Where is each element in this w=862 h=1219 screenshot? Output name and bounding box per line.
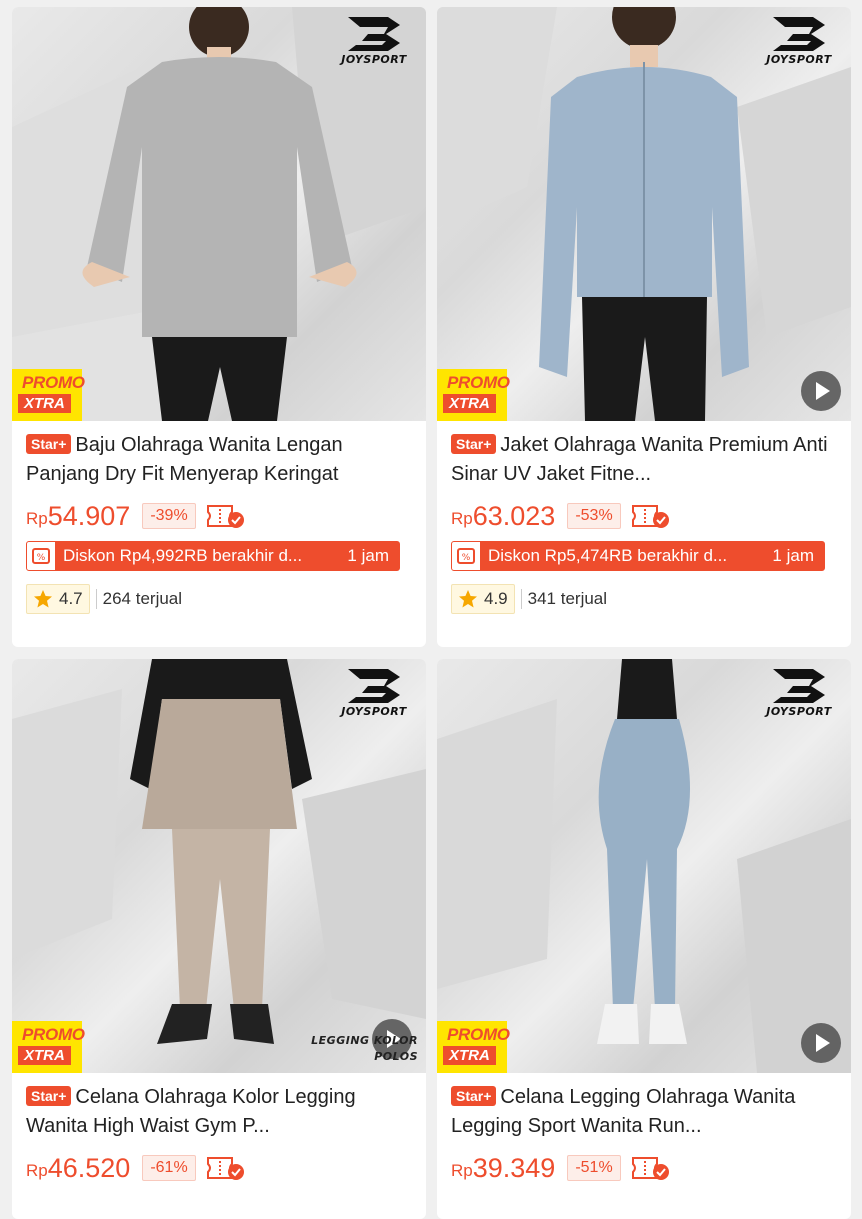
brand-name: JOYSPORT: [766, 53, 832, 66]
brand-logo: JOYSPORT: [757, 15, 841, 66]
star-icon: [459, 590, 477, 608]
price-currency: Rp: [451, 1161, 473, 1180]
brand-name: JOYSPORT: [341, 53, 407, 66]
xtra-label: XTRA: [443, 394, 496, 413]
price-value: 46.520: [47, 1152, 131, 1183]
svg-text:%: %: [462, 553, 471, 563]
promo-xtra-badge: PROMO XTRA: [12, 369, 85, 421]
star-plus-badge: Star+: [451, 434, 497, 454]
product-title-text: Celana Olahraga Kolor Legging Wanita Hig…: [26, 1086, 356, 1137]
brand-logo: JOYSPORT: [332, 667, 416, 718]
rating-row: 4.7 264 terjual: [26, 583, 412, 615]
price-value: 54.907: [47, 500, 131, 531]
rating-box: 4.7: [26, 584, 90, 614]
product-title[interactable]: Star+ Baju Olahraga Wanita Lengan Panjang…: [26, 431, 412, 489]
star-icon: [34, 590, 52, 608]
promo-label: PROMO: [22, 1025, 85, 1044]
product-photo: [12, 659, 426, 1044]
product-card[interactable]: JOYSPORT PROMO XTRA Star+ Celana Legging …: [437, 659, 851, 1219]
image-caption-line-1: LEGGING KOLOR: [311, 1034, 418, 1047]
product-title-text: Celana Legging Olahraga Wanita Legging S…: [451, 1086, 796, 1137]
brand-logo: JOYSPORT: [332, 15, 416, 66]
discount-badge: -53%: [567, 503, 621, 529]
star-plus-badge: Star+: [26, 1086, 72, 1106]
product-title[interactable]: Star+ Celana Legging Olahraga Wanita Legg…: [451, 1083, 837, 1141]
xtra-label: XTRA: [18, 1046, 71, 1065]
price-row: Rp 46.520 -61%: [26, 1151, 412, 1185]
star-plus-badge: Star+: [451, 1086, 497, 1106]
price-value: 63.023: [472, 500, 556, 531]
product-title-text: Jaket Olahraga Wanita Premium Anti Sinar…: [451, 434, 828, 485]
brand-logo: JOYSPORT: [757, 667, 841, 718]
play-video-icon[interactable]: [801, 1023, 841, 1063]
voucher-check-icon: [631, 1157, 669, 1180]
product-card[interactable]: JOYSPORT PROMO XTRA Star+ Jaket Olahraga …: [437, 7, 851, 647]
promo-label: PROMO: [22, 373, 85, 392]
brand-name: JOYSPORT: [341, 705, 407, 718]
xtra-label: XTRA: [443, 1046, 496, 1065]
discount-badge: -51%: [567, 1155, 621, 1181]
rating-value: 4.7: [59, 589, 83, 608]
price-value: 39.349: [472, 1152, 556, 1183]
promo-label: PROMO: [447, 373, 510, 392]
svg-text:%: %: [37, 553, 46, 563]
voucher-check-icon: [631, 505, 669, 528]
product-image[interactable]: JOYSPORT PROMO XTRA: [437, 7, 851, 421]
product-image[interactable]: JOYSPORT PROMO XTRA: [12, 7, 426, 421]
flash-time-left: 1 jam: [347, 546, 389, 565]
product-title[interactable]: Star+ Jaket Olahraga Wanita Premium Anti …: [451, 431, 837, 489]
product-grid: JOYSPORT PROMO XTRA Star+ Baju Olahraga W…: [0, 0, 862, 1219]
product-title[interactable]: Star+ Celana Olahraga Kolor Legging Wanit…: [26, 1083, 412, 1141]
rating-row: 4.9 341 terjual: [451, 583, 837, 615]
rating-value: 4.9: [484, 589, 508, 608]
joysport-logo-icon: [348, 17, 400, 51]
price-currency: Rp: [26, 509, 48, 528]
flash-discount-text: Diskon Rp4,992RB berakhir d...: [63, 546, 303, 565]
promo-xtra-badge: PROMO XTRA: [437, 369, 510, 421]
flash-discount-text: Diskon Rp5,474RB berakhir d...: [488, 546, 728, 565]
rating-box: 4.9: [451, 584, 515, 614]
joysport-logo-icon: [773, 669, 825, 703]
product-card[interactable]: JOYSPORT PROMO XTRA Star+ Baju Olahraga W…: [12, 7, 426, 647]
discount-tag-icon: %: [452, 542, 480, 570]
discount-badge: -39%: [142, 503, 196, 529]
product-card[interactable]: JOYSPORT PROMO XTRA LEGGING KOLOR POLOS …: [12, 659, 426, 1219]
star-plus-badge: Star+: [26, 434, 72, 454]
product-photo: [12, 7, 426, 421]
price-row: Rp 63.023 -53%: [451, 499, 837, 533]
image-caption: LEGGING KOLOR POLOS: [311, 1033, 418, 1065]
product-image[interactable]: JOYSPORT PROMO XTRA: [437, 659, 851, 1073]
discount-tag-icon: %: [27, 542, 55, 570]
price-currency: Rp: [26, 1161, 48, 1180]
promo-xtra-badge: PROMO XTRA: [12, 1021, 85, 1073]
price-row: Rp 39.349 -51%: [451, 1151, 837, 1185]
brand-name: JOYSPORT: [766, 705, 832, 718]
product-photo: [437, 659, 851, 1073]
price-currency: Rp: [451, 509, 473, 528]
voucher-check-icon: [206, 505, 244, 528]
price-row: Rp 54.907 -39%: [26, 499, 412, 533]
voucher-check-icon: [206, 1157, 244, 1180]
flash-discount-banner: % Diskon Rp4,992RB berakhir d... 1 jam: [26, 541, 400, 571]
discount-badge: -61%: [142, 1155, 196, 1181]
sold-count: 264 terjual: [95, 589, 182, 609]
sold-count: 341 terjual: [520, 589, 607, 609]
flash-discount-banner: % Diskon Rp5,474RB berakhir d... 1 jam: [451, 541, 825, 571]
promo-label: PROMO: [447, 1025, 510, 1044]
joysport-logo-icon: [348, 669, 400, 703]
product-image[interactable]: JOYSPORT PROMO XTRA LEGGING KOLOR POLOS: [12, 659, 426, 1073]
promo-xtra-badge: PROMO XTRA: [437, 1021, 510, 1073]
flash-time-left: 1 jam: [772, 546, 814, 565]
image-caption-line-2: POLOS: [374, 1050, 418, 1063]
play-video-icon[interactable]: [801, 371, 841, 411]
xtra-label: XTRA: [18, 394, 71, 413]
product-title-text: Baju Olahraga Wanita Lengan Panjang Dry …: [26, 434, 343, 485]
product-photo: [437, 7, 851, 421]
joysport-logo-icon: [773, 17, 825, 51]
